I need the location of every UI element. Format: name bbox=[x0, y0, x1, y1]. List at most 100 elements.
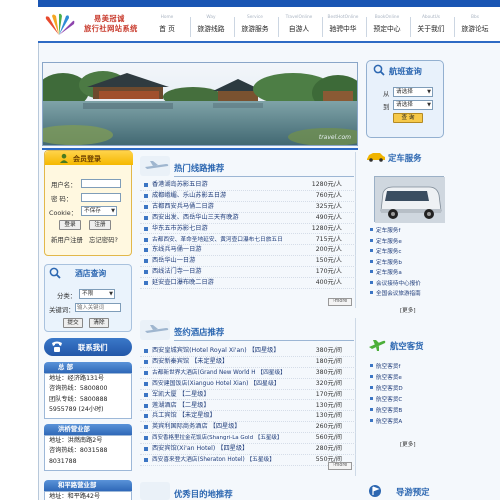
list-item[interactable]: 西安新秦宾馆 【未定星级】 180元/间 bbox=[140, 357, 356, 368]
car-service-more-link[interactable]: [更多] bbox=[400, 306, 416, 314]
list-item[interactable]: 会议接待中心报价 bbox=[370, 279, 421, 290]
magnifier-icon bbox=[373, 64, 385, 76]
hotel-price: 380元/间 bbox=[315, 347, 342, 354]
hotel-name: 兵工宾馆 【未定星级】 bbox=[152, 412, 216, 420]
list-item[interactable]: 西线法门寺一日游 170元/人 bbox=[140, 267, 356, 279]
list-item[interactable]: 古都西安兵马俑二日游 325元/人 bbox=[140, 202, 356, 213]
list-item[interactable]: 全国会议旅游指南 bbox=[370, 289, 421, 300]
login-button[interactable]: 登录 bbox=[59, 220, 81, 230]
register-button[interactable]: 注册 bbox=[89, 220, 111, 230]
new-user-link[interactable]: 新用户注册 bbox=[51, 235, 83, 244]
nav-about[interactable]: AboutUs 关于我们 bbox=[412, 13, 450, 41]
list-item[interactable]: 航空客货D bbox=[370, 384, 403, 395]
list-item[interactable]: 古都西安、革命圣地延安、黄河壶口瀑布七日旅五日 715元/人 bbox=[140, 235, 356, 246]
list-item[interactable]: 定车服务c bbox=[370, 247, 401, 258]
list-item[interactable]: 军凯大厦 【二星级】 170元/间 bbox=[140, 390, 356, 401]
list-item[interactable]: 成都峨嵋、乐山苏影五日游 760元/人 bbox=[140, 191, 356, 202]
site-logo-text[interactable]: 易美冠诚 旅行社网站系统 bbox=[84, 14, 138, 34]
air-service-list: 航空客货f 航空客货e 航空客货D 航空客货C 航空客货B 航空客货A bbox=[364, 362, 448, 428]
nav-en: BestHotOnline bbox=[327, 15, 359, 20]
hotel-clear-button[interactable]: 清除 bbox=[89, 318, 109, 328]
contact-us-banner[interactable]: 联系我们 bbox=[44, 338, 132, 356]
guide-booking-title: 导游预定 bbox=[396, 487, 430, 497]
to-select[interactable]: 请选择 ▼ bbox=[393, 100, 433, 110]
hot-routes-more-button[interactable]: ›more bbox=[328, 298, 352, 306]
list-item[interactable]: 定车服务b bbox=[370, 258, 402, 269]
more-label: more bbox=[334, 299, 348, 304]
destinations-title: 优秀目的地推荐 bbox=[174, 489, 233, 499]
route-price: 150元/人 bbox=[315, 257, 342, 265]
office-hotline: 咨询热线：8031588 bbox=[49, 447, 108, 455]
nav-divider bbox=[278, 17, 279, 37]
bullet-icon bbox=[144, 270, 148, 275]
route-price: 325元/人 bbox=[315, 202, 342, 210]
nav-china[interactable]: BestHotOnline 驰骋中华 bbox=[324, 13, 362, 41]
list-item[interactable]: 东线兵马俑一日游 200元/人 bbox=[140, 245, 356, 257]
list-item[interactable]: 西安出发、西岳华山三天有晚游 490元/人 bbox=[140, 213, 356, 224]
route-price: 400元/人 bbox=[315, 279, 342, 287]
list-item[interactable]: 航空客货A bbox=[370, 417, 402, 428]
list-item[interactable]: 航空客货C bbox=[370, 395, 402, 406]
hotel-name: 古都新世界大酒店(Grand New World H 【四星级】 bbox=[152, 369, 286, 376]
list-item[interactable]: 莲湖酒店 【二星级】 130元/间 bbox=[140, 401, 356, 412]
list-item[interactable]: 延安壶口瀑布晚二日游 400元/人 bbox=[140, 278, 356, 289]
hotels-list: 西安皇城宾馆(Hotel Royal Xi'an) 【四星级】 380元/间 西安… bbox=[140, 346, 356, 466]
air-service-more-link[interactable]: [更多] bbox=[400, 440, 416, 448]
forgot-password-link[interactable]: 忘记密码? bbox=[89, 235, 118, 244]
route-name: 古都西安兵马俑二日游 bbox=[152, 202, 214, 210]
category-select[interactable]: 不限 ▼ bbox=[79, 289, 115, 299]
list-item[interactable]: 古都新世界大酒店(Grand New World H 【四星级】 380元/间 bbox=[140, 368, 356, 379]
bullet-icon bbox=[144, 259, 148, 264]
bullet-icon bbox=[144, 183, 148, 187]
username-input[interactable] bbox=[81, 179, 121, 188]
password-label: 密 码： bbox=[51, 195, 73, 203]
nav-home[interactable]: Home 首 页 bbox=[148, 13, 186, 41]
to-select-value: 请选择 bbox=[396, 102, 413, 108]
nav-booking[interactable]: BookOnline 预定中心 bbox=[368, 13, 406, 41]
hotel-submit-button[interactable]: 提交 bbox=[63, 318, 83, 328]
flight-search-button[interactable]: 查 询 bbox=[393, 113, 423, 123]
list-item[interactable]: 西安宾馆(Xi'an Hotel) 【四星级】 280元/间 bbox=[140, 444, 356, 455]
nav-divider bbox=[366, 17, 367, 37]
bullet-icon bbox=[144, 425, 148, 430]
list-item[interactable]: 航空客货e bbox=[370, 373, 402, 384]
office-address: 地址：经济路131号 bbox=[49, 375, 105, 382]
bullet-icon bbox=[144, 281, 148, 286]
hotel-name: 西安建国饭店(Xianguo Hotel Xian) 【四星级】 bbox=[152, 380, 280, 387]
nav-divider bbox=[234, 17, 235, 37]
nav-service[interactable]: Service 旅游服务 bbox=[236, 13, 274, 41]
list-item[interactable]: 西安皇城宾馆(Hotel Royal Xi'an) 【四星级】 380元/间 bbox=[140, 346, 356, 357]
top-bar bbox=[38, 0, 500, 7]
nav-routes[interactable]: Way 旅游线路 bbox=[192, 13, 230, 41]
office-header: 总 部 bbox=[44, 362, 132, 373]
list-item[interactable]: 航空客货f bbox=[370, 362, 400, 373]
list-item[interactable]: 定车服务f bbox=[370, 226, 400, 237]
cookie-select[interactable]: 不保存 ▼ bbox=[81, 206, 117, 216]
nav-bbs[interactable]: Bbs 旅游论坛 bbox=[456, 13, 494, 41]
chevron-down-icon: ▼ bbox=[427, 102, 431, 108]
list-item[interactable]: 航空客货B bbox=[370, 406, 402, 417]
car-service-title: 定车服务 bbox=[388, 153, 422, 163]
list-item[interactable]: 兵工宾馆 【未定星级】 130元/间 bbox=[140, 411, 356, 423]
from-select[interactable]: 请选择 ▼ bbox=[393, 87, 433, 97]
office-name: 洪桥营业部 bbox=[58, 425, 90, 433]
to-label: 到 bbox=[383, 103, 390, 111]
password-input[interactable] bbox=[81, 193, 121, 202]
list-item[interactable]: 定车服务e bbox=[370, 237, 402, 248]
list-item[interactable]: 华东五市苏影七日游 1280元/人 bbox=[140, 224, 356, 235]
list-item[interactable]: 西岳华山一日游 150元/人 bbox=[140, 256, 356, 268]
list-item[interactable]: 西安喜来登大酒店(Sheraton Hotel) 【五星级】 550元/间 bbox=[140, 455, 356, 466]
list-item[interactable]: 香港湖岛苏影五日游 1280元/人 bbox=[140, 180, 356, 191]
nav-divider bbox=[454, 17, 455, 37]
hotels-section: 签约酒店推荐 西安皇城宾馆(Hotel Royal Xi'an) 【四星级】 38… bbox=[140, 318, 356, 476]
hotels-more-button[interactable]: ›more bbox=[328, 462, 352, 470]
keyword-input[interactable] bbox=[75, 303, 121, 312]
list-item[interactable]: 定车服务a bbox=[370, 268, 402, 279]
list-item[interactable]: 英宾利国际商务酒店 【四星级】 260元/间 bbox=[140, 422, 356, 434]
nav-self-travel[interactable]: TravelOnline 自游人 bbox=[280, 13, 318, 41]
list-item[interactable]: 西安香格里拉金花饭店(Shangri-La Gold 【五星级】 560元/间 bbox=[140, 433, 356, 445]
list-item[interactable]: 西安建国饭店(Xianguo Hotel Xian) 【四星级】 320元/间 bbox=[140, 379, 356, 390]
hotel-name: 西安宾馆(Xi'an Hotel) 【四星级】 bbox=[152, 445, 249, 453]
bullet-icon bbox=[144, 349, 148, 353]
nav-en: AboutUs bbox=[421, 15, 441, 20]
